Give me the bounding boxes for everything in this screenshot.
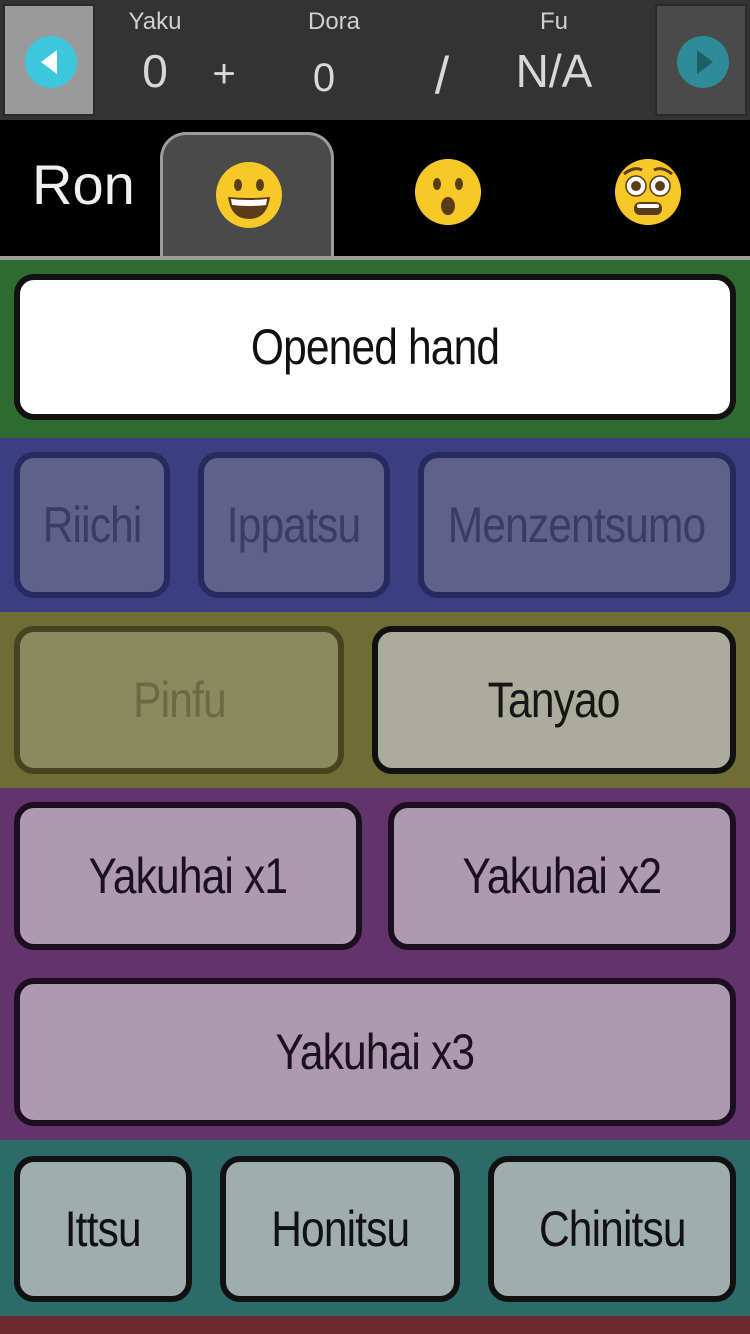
- next-yaku-section: [0, 1316, 750, 1334]
- ippatsu-button[interactable]: Ippatsu: [198, 452, 390, 598]
- plus-symbol: +: [212, 52, 236, 96]
- chinitsu-label: Chinitsu: [538, 1201, 687, 1257]
- closed-yaku-section: Riichi Ippatsu Menzentsumo: [0, 438, 750, 612]
- hand-state-section: Opened hand: [0, 260, 750, 438]
- next-button[interactable]: [655, 4, 747, 116]
- yakuhai-x2-button[interactable]: Yakuhai x2: [388, 802, 736, 950]
- yaku-label: Yaku: [128, 8, 182, 35]
- fu-label: Fu: [539, 8, 569, 35]
- suit-yaku-section: Ittsu Honitsu Chinitsu: [0, 1140, 750, 1316]
- riichi-button[interactable]: Riichi: [14, 452, 170, 598]
- opened-hand-button[interactable]: Opened hand: [14, 274, 736, 420]
- tab-surprised[interactable]: [362, 132, 536, 260]
- chinitsu-button[interactable]: Chinitsu: [488, 1156, 736, 1302]
- previous-button[interactable]: [3, 4, 95, 116]
- arrow-left-icon: [25, 36, 77, 88]
- tanyao-button[interactable]: Tanyao: [372, 626, 736, 774]
- surprised-face-emoji: [415, 159, 481, 225]
- win-type-label: Ron: [32, 153, 135, 216]
- yakuhai-section: Yakuhai x1 Yakuhai x2 Yakuhai x3: [0, 788, 750, 1140]
- dora-label: Dora: [307, 8, 361, 35]
- simple-yaku-section: Pinfu Tanyao: [0, 612, 750, 788]
- tab-grinning[interactable]: [160, 132, 334, 260]
- riichi-label: Riichi: [42, 497, 143, 553]
- pinfu-button[interactable]: Pinfu: [14, 626, 344, 774]
- honitsu-label: Honitsu: [270, 1201, 410, 1257]
- yakuhai-x2-label: Yakuhai x2: [462, 848, 662, 904]
- slash-symbol: /: [434, 47, 450, 105]
- menzentsumo-label: Menzentsumo: [448, 497, 706, 553]
- ittsu-label: Ittsu: [64, 1201, 142, 1257]
- honitsu-button[interactable]: Honitsu: [220, 1156, 460, 1302]
- grinning-face-emoji: [216, 162, 282, 228]
- ittsu-button[interactable]: Ittsu: [14, 1156, 192, 1302]
- score-header: Yaku 0 + Dora 0 / Fu N/A: [0, 0, 750, 120]
- yakuhai-x3-label: Yakuhai x3: [275, 1024, 475, 1080]
- win-type-tabbar: Ron: [0, 120, 750, 260]
- menzentsumo-button[interactable]: Menzentsumo: [418, 452, 736, 598]
- yakuhai-x3-button[interactable]: Yakuhai x3: [14, 978, 736, 1126]
- flushed-face-emoji: [615, 159, 681, 225]
- yakuhai-x1-button[interactable]: Yakuhai x1: [14, 802, 362, 950]
- ippatsu-label: Ippatsu: [227, 497, 361, 553]
- opened-hand-label: Opened hand: [250, 319, 500, 375]
- yaku-value: 0: [142, 45, 168, 97]
- tab-flushed[interactable]: [562, 132, 736, 260]
- tanyao-label: Tanyao: [488, 672, 621, 728]
- arrow-right-icon: [677, 36, 729, 88]
- yakuhai-x1-label: Yakuhai x1: [88, 848, 288, 904]
- dora-value: 0: [312, 56, 336, 100]
- pinfu-label: Pinfu: [132, 672, 226, 728]
- fu-value: N/A: [515, 45, 593, 97]
